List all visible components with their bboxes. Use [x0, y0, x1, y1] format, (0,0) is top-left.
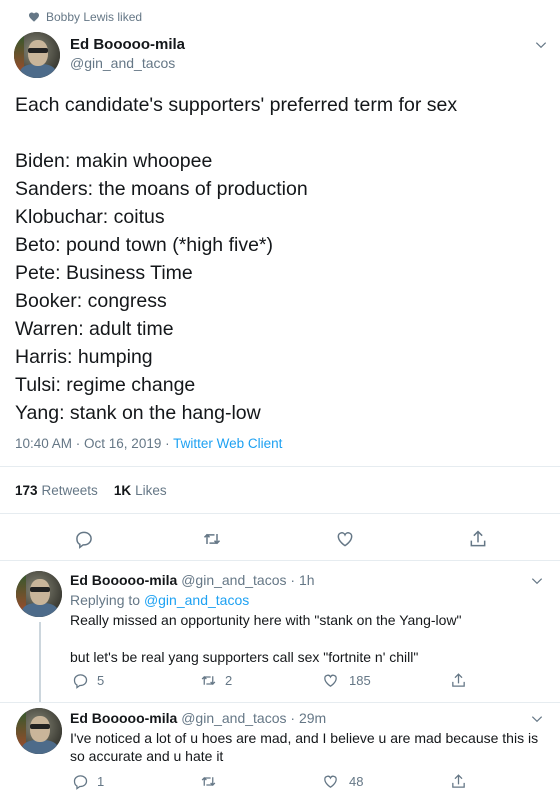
like-button[interactable]: 48	[322, 773, 363, 790]
tweet-line: Beto: pound town (*high five*)	[15, 234, 273, 256]
reply-author[interactable]: Ed Booooo-mila @gin_and_tacos · 29m	[70, 710, 326, 726]
retweet-count: 2	[225, 673, 233, 688]
reply-button[interactable]: 1	[72, 773, 104, 790]
tweet-headline: Each candidate's supporters' preferred t…	[15, 94, 458, 116]
reply-count: 5	[97, 673, 105, 688]
divider	[0, 560, 560, 561]
tweet-line: Warren: adult time	[15, 318, 174, 340]
chevron-down-icon[interactable]	[530, 712, 544, 726]
replying-to-link[interactable]: @gin_and_tacos	[144, 592, 249, 608]
thread-line	[39, 622, 41, 702]
heart-outline-icon	[337, 532, 353, 547]
retweet-icon	[203, 533, 221, 545]
share-icon	[452, 774, 465, 788]
reply-author[interactable]: Ed Booooo-mila @gin_and_tacos · 1h	[70, 572, 315, 588]
tweet-line: Biden: makin whoopee	[15, 150, 213, 172]
heart-icon	[29, 12, 39, 22]
reply-icon	[73, 775, 88, 790]
reply-icon	[73, 674, 88, 689]
reply-text: Really missed an opportunity here with "…	[70, 612, 462, 628]
tweet-line: Booker: congress	[15, 290, 167, 312]
heart-outline-icon	[324, 775, 337, 788]
share-button[interactable]	[450, 672, 467, 689]
avatar[interactable]	[14, 32, 60, 78]
share-button[interactable]	[450, 773, 467, 790]
social-context: Bobby Lewis liked	[29, 10, 143, 24]
tweet-stats: 173 Retweets 1K Likes	[15, 483, 167, 498]
divider	[0, 513, 560, 514]
like-count: 185	[349, 673, 371, 688]
retweets-label: Retweets	[41, 483, 98, 498]
replying-to: Replying to @gin_and_tacos	[70, 592, 249, 608]
like-button[interactable]: 185	[322, 672, 371, 689]
likes-label: Likes	[135, 483, 167, 498]
reply-text: I've noticed a lot of u hoes are mad, an…	[70, 730, 539, 764]
like-count: 48	[349, 774, 364, 789]
replying-to-prefix: Replying to	[70, 592, 144, 608]
tweet-text: Each candidate's supporters' preferred t…	[15, 91, 545, 427]
share-button[interactable]	[468, 529, 488, 549]
tweet-line: Tulsi: regime change	[15, 374, 196, 396]
tweet-line: Pete: Business Time	[15, 262, 193, 284]
reply-author-meta: @gin_and_tacos · 29m	[181, 710, 327, 726]
share-icon	[452, 673, 465, 687]
avatar[interactable]	[16, 571, 62, 617]
reply-author-name: Ed Booooo-mila	[70, 572, 178, 588]
reply-icon	[76, 531, 92, 549]
retweet-button[interactable]: 2	[200, 672, 232, 689]
like-button[interactable]	[335, 529, 355, 549]
reply-button[interactable]: 5	[72, 672, 104, 689]
reply-text: but let's be real yang supporters call s…	[70, 649, 419, 665]
share-icon	[470, 530, 486, 547]
divider	[0, 702, 560, 703]
tweet-line: Yang: stank on the hang-low	[15, 402, 261, 424]
reply-button[interactable]	[74, 529, 94, 549]
client-link[interactable]: Twitter Web Client	[173, 436, 282, 451]
likes-stat[interactable]: 1K Likes	[114, 483, 167, 498]
likes-count: 1K	[113, 483, 132, 498]
avatar[interactable]	[16, 708, 62, 754]
tweet-timestamp: 10:40 AM · Oct 16, 2019 · Twitter Web Cl…	[15, 436, 282, 451]
reply-author-meta: @gin_and_tacos · 1h	[181, 572, 315, 588]
social-context-label: Bobby Lewis liked	[46, 10, 143, 24]
retweets-stat[interactable]: 173 Retweets	[15, 483, 98, 498]
retweet-icon	[201, 676, 216, 685]
author-name[interactable]: Ed Booooo-mila	[70, 36, 185, 53]
retweet-icon	[201, 777, 216, 786]
tweet-line: Klobuchar: coitus	[15, 206, 165, 228]
divider	[0, 466, 560, 467]
chevron-down-icon[interactable]	[530, 574, 544, 588]
timestamp-text[interactable]: 10:40 AM · Oct 16, 2019 ·	[15, 436, 173, 451]
reply-author-name: Ed Booooo-mila	[70, 710, 178, 726]
tweet-line: Harris: humping	[15, 346, 153, 368]
retweets-count: 173	[15, 483, 38, 498]
author-handle[interactable]: @gin_and_tacos	[70, 55, 175, 71]
retweet-button[interactable]	[200, 773, 225, 790]
tweet-line: Sanders: the moans of production	[15, 178, 308, 200]
heart-outline-icon	[324, 674, 337, 687]
retweet-button[interactable]	[202, 529, 222, 549]
reply-count: 1	[97, 774, 105, 789]
chevron-down-icon[interactable]	[534, 38, 548, 52]
